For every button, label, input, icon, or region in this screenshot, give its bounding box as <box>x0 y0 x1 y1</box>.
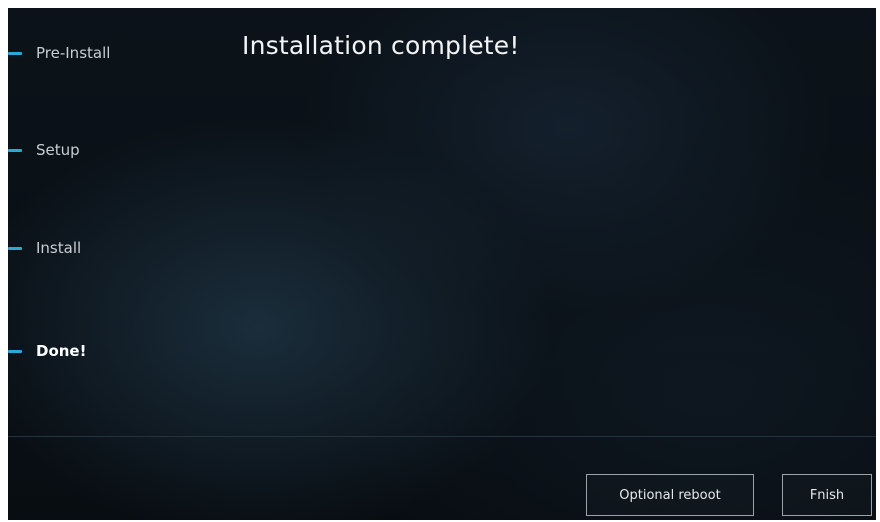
step-label: Setup <box>36 141 80 159</box>
footer-divider <box>8 436 876 437</box>
step-list: Pre-Install Setup Install Done! <box>8 8 208 436</box>
step-marker <box>8 148 22 152</box>
step-marker <box>8 246 22 250</box>
step-label: Install <box>36 239 82 257</box>
optional-reboot-button[interactable]: Optional reboot <box>586 474 754 516</box>
step-label: Done! <box>36 342 87 360</box>
page-title: Installation complete! <box>242 31 520 60</box>
step-install: Install <box>8 236 81 260</box>
step-marker <box>8 51 22 55</box>
installer-window: Pre-Install Setup Install Done! Installa… <box>8 8 876 520</box>
step-label: Pre-Install <box>36 44 111 62</box>
step-done: Done! <box>8 339 86 363</box>
step-marker <box>8 349 22 353</box>
step-pre-install: Pre-Install <box>8 41 110 65</box>
finish-button[interactable]: Fnish <box>782 474 872 516</box>
step-setup: Setup <box>8 138 80 162</box>
